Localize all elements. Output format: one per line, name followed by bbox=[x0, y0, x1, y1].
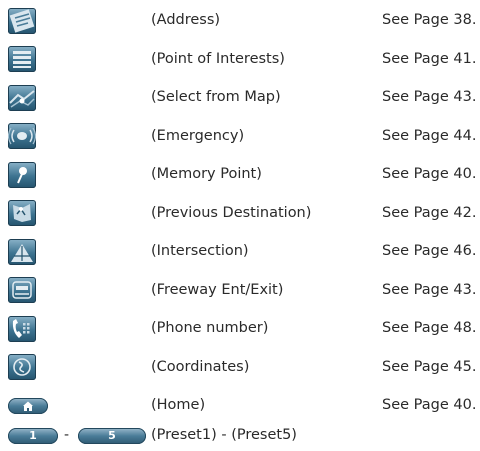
page-reference: See Page 43. bbox=[382, 281, 477, 298]
page-reference: See Page 38. bbox=[382, 12, 477, 28]
list-item: (Address) See Page 38. bbox=[0, 5, 480, 36]
page-reference: See Page 46. bbox=[382, 243, 477, 259]
phone-number-icon bbox=[8, 315, 36, 342]
list-item: (Select from Map) See Page 43. bbox=[0, 82, 480, 113]
page-reference: See Page 48. bbox=[382, 320, 477, 336]
list-item: (Previous Destination) See Page 42. bbox=[0, 198, 480, 229]
item-label: (Emergency) bbox=[151, 127, 245, 144]
preset5-number: 5 bbox=[108, 428, 116, 442]
intersection-icon bbox=[8, 238, 36, 265]
point-of-interests-icon bbox=[8, 46, 36, 72]
preset-separator: - bbox=[64, 427, 70, 443]
list-item: (Coordinates) See Page 45. bbox=[0, 352, 480, 383]
list-item: (Emergency) See Page 44. bbox=[0, 121, 480, 152]
page-reference: See Page 45. bbox=[382, 358, 477, 375]
list-item: (Point of Interests) See Page 41. bbox=[0, 44, 480, 75]
preset1-icon: 1 bbox=[8, 427, 58, 444]
preset1-number: 1 bbox=[29, 428, 37, 442]
page-reference: See Page 40. bbox=[382, 166, 477, 182]
list-item: (Memory Point) See Page 40. bbox=[0, 159, 480, 190]
freeway-ent-exit-icon bbox=[8, 277, 36, 303]
item-label: (Preset1) - (Preset5) bbox=[151, 427, 297, 443]
list-item: (Phone number) See Page 48. bbox=[0, 313, 480, 344]
coordinates-icon bbox=[8, 354, 36, 380]
address-icon bbox=[8, 7, 36, 34]
page-reference: See Page 43. bbox=[382, 89, 477, 105]
list-item: (Intersection) See Page 46. bbox=[0, 236, 480, 267]
item-label: (Memory Point) bbox=[151, 166, 262, 182]
page-reference: See Page 44. bbox=[382, 127, 477, 144]
memory-point-icon bbox=[8, 161, 36, 188]
list-item: (Freeway Ent/Exit) See Page 43. bbox=[0, 275, 480, 306]
item-label: (Freeway Ent/Exit) bbox=[151, 281, 284, 298]
list-item: 1 - 5 (Preset1) - (Preset5) bbox=[0, 420, 480, 451]
page-reference: See Page 41. bbox=[382, 50, 477, 67]
previous-destination-icon bbox=[8, 200, 36, 226]
preset5-icon: 5 bbox=[78, 427, 146, 444]
item-label: (Coordinates) bbox=[151, 358, 250, 375]
select-from-map-icon bbox=[8, 84, 36, 111]
item-label: (Home) bbox=[151, 397, 206, 413]
item-label: (Select from Map) bbox=[151, 89, 281, 105]
list-item: (Home) See Page 40. bbox=[0, 390, 480, 421]
item-label: (Phone number) bbox=[151, 320, 269, 336]
page-reference: See Page 40. bbox=[382, 397, 477, 413]
home-icon bbox=[8, 397, 48, 414]
item-label: (Intersection) bbox=[151, 243, 249, 259]
item-label: (Point of Interests) bbox=[151, 50, 285, 67]
page-reference: See Page 42. bbox=[382, 204, 477, 221]
item-label: (Previous Destination) bbox=[151, 204, 312, 221]
emergency-icon bbox=[8, 123, 36, 149]
item-label: (Address) bbox=[151, 12, 221, 28]
